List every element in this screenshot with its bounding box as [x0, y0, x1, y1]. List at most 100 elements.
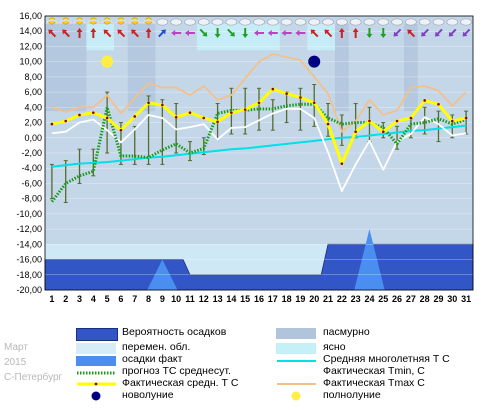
cloud-icon	[363, 18, 376, 26]
legend-label-tmax: Фактическая Tmax C	[323, 377, 425, 389]
x-tick-label: 1	[49, 294, 54, 304]
cloud-icon	[418, 18, 431, 26]
x-tick-label: 22	[337, 294, 347, 304]
fact-avg-point	[368, 119, 371, 123]
fact-avg-point	[78, 113, 81, 117]
y-tick-label: -8,00	[21, 194, 42, 204]
fact-avg-point	[340, 162, 344, 165]
x-tick-label: 12	[199, 294, 209, 304]
legend-swatch-forecast	[77, 371, 116, 375]
fact-avg-point	[105, 116, 109, 120]
y-tick-label: -4,00	[21, 163, 42, 173]
fact-avg-point	[450, 119, 454, 123]
y-tick-label: -12,00	[16, 224, 42, 234]
cloud-icon	[170, 18, 182, 26]
y-tick-label: -20,00	[16, 285, 42, 295]
x-tick-label: 9	[160, 294, 165, 304]
legend-swatch-partly	[76, 343, 116, 354]
legend-label-precip-prob: Вероятность осадков	[122, 326, 227, 338]
legend-label-fact-avg: Фактическая средн. Т С	[122, 377, 239, 389]
legend-swatch-overcast	[276, 328, 316, 339]
fact-avg-point	[299, 96, 302, 99]
y-tick-label: -16,00	[16, 255, 42, 265]
fact-avg-point	[271, 87, 275, 91]
fact-avg-point	[409, 116, 413, 120]
y-tick-label: 4,00	[24, 102, 42, 112]
y-tick-label: 12,00	[19, 41, 42, 51]
cloud-icon	[280, 18, 293, 26]
x-tick-label: 21	[323, 294, 333, 304]
y-tick-label: 14,00	[19, 26, 42, 36]
x-tick-label: 6	[118, 294, 123, 304]
y-tick-label: 2,00	[24, 118, 42, 128]
legend-swatch-clear	[276, 343, 316, 354]
cloud-icon	[446, 18, 459, 26]
y-tick-label: 6,00	[24, 87, 42, 97]
legend-swatch-new-moon	[91, 391, 101, 401]
overcast-band	[403, 24, 418, 112]
new-moon-icon	[308, 55, 321, 68]
x-tick-label: 18	[282, 294, 292, 304]
x-tick-label: 4	[91, 294, 96, 304]
cloud-icon	[184, 18, 196, 26]
x-tick-label: 5	[105, 294, 110, 304]
fact-avg-point	[381, 130, 385, 133]
legend-label-full-moon: полнолуние	[323, 389, 381, 401]
y-tick-label: -10,00	[16, 209, 42, 219]
fact-avg-point	[50, 122, 54, 126]
legend-swatch-precip-fact	[76, 356, 116, 366]
x-tick-label: 16	[254, 294, 264, 304]
y-tick-label: -2,00	[21, 148, 42, 158]
cloud-icon	[349, 18, 362, 26]
fact-avg-point	[423, 99, 426, 102]
legend-swatch-normal	[277, 360, 316, 362]
y-tick-label: 0,00	[24, 133, 42, 143]
temperature-chart: 16,00 14,00 12,00 10,00 8,00 6,00 4,00 2,00 0,00…	[16, 11, 474, 304]
x-tick-label: 13	[213, 294, 223, 304]
legend-label-overcast: пасмурно	[323, 326, 370, 338]
fact-avg-point	[285, 92, 288, 95]
x-tick-label: 3	[77, 294, 82, 304]
fact-avg-point	[395, 119, 399, 123]
cloud-icon	[377, 18, 390, 26]
cloud-icon	[211, 18, 224, 26]
fact-avg-point	[354, 130, 357, 133]
cloud-icon	[322, 18, 334, 26]
cloud-icon	[460, 18, 472, 26]
legend-swatch-precip-prob	[76, 328, 118, 341]
x-tick-label: 20	[309, 294, 319, 304]
fact-avg-point	[257, 101, 261, 105]
fact-avg-point	[133, 115, 137, 118]
legend-label-forecast: прогноз ТС среднесут.	[122, 365, 231, 377]
fact-avg-point	[216, 120, 219, 124]
fact-avg-point	[243, 108, 247, 111]
cloud-icon	[308, 18, 321, 26]
x-tick-label: 10	[171, 294, 181, 304]
x-tick-label: 30	[447, 294, 457, 304]
legend-label-tmin: Фактическая Tmin, C	[323, 365, 425, 377]
legend-swatch-full-moon	[291, 391, 301, 401]
y-tick-label: -14,00	[16, 239, 42, 249]
legend-swatch-tmax	[277, 383, 316, 385]
cloud-icon	[267, 18, 279, 26]
legend-label-precip-fact: осадки факт	[122, 353, 183, 365]
legend-label-normal: Средняя многолетняя Т С	[323, 353, 450, 365]
fact-avg-point	[92, 111, 95, 114]
x-tick-label: 29	[433, 294, 443, 304]
x-tick-label: 11	[185, 294, 195, 304]
fact-avg-point	[119, 128, 123, 132]
fact-avg-point	[64, 119, 68, 123]
x-tick-label: 15	[240, 294, 250, 304]
cloud-icon	[156, 18, 169, 26]
cloud-icon	[432, 18, 445, 26]
x-tick-label: 28	[420, 294, 430, 304]
y-tick-label: -18,00	[16, 270, 42, 280]
cloud-icon	[239, 18, 251, 26]
fact-avg-point	[312, 101, 316, 105]
x-tick-label: 7	[132, 294, 137, 304]
x-tick-label: 31	[461, 294, 471, 304]
fact-avg-point	[161, 103, 164, 107]
cloud-icon	[391, 18, 403, 26]
legend-swatch-fact-avg	[77, 382, 116, 386]
legend-label-clear: ясно	[323, 341, 346, 353]
